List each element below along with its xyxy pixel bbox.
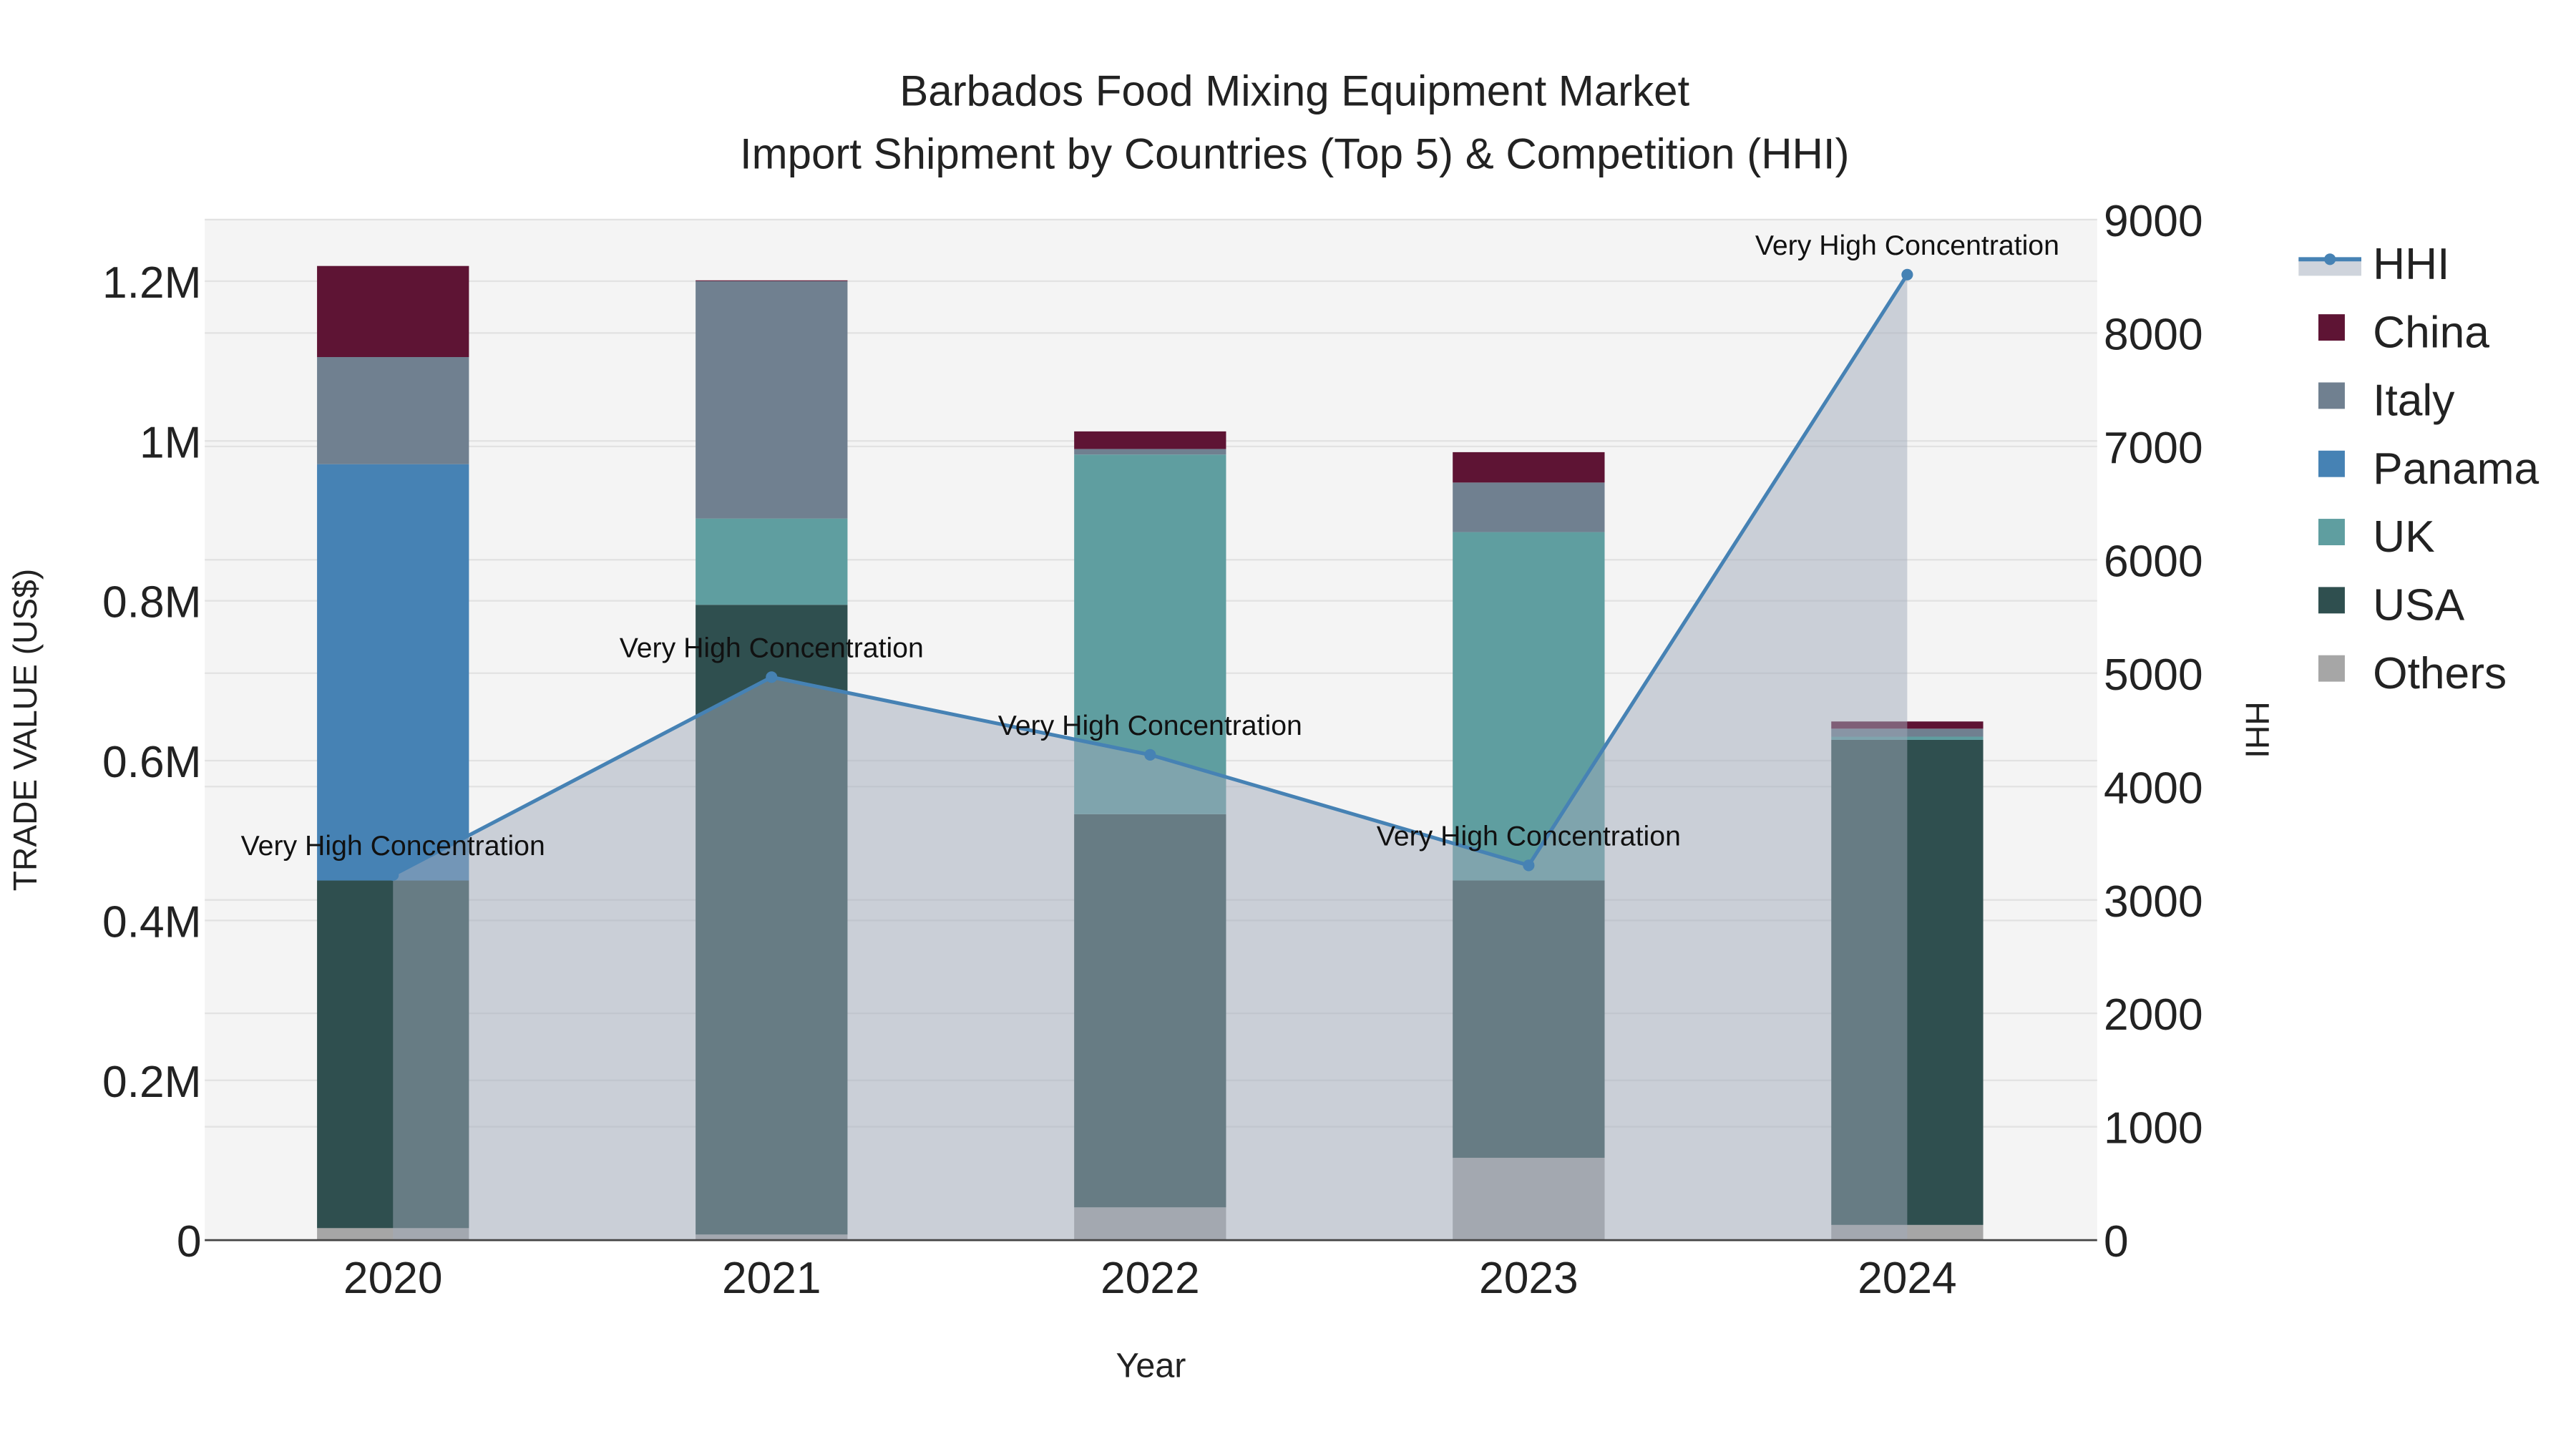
y-tick-label: 1M — [140, 418, 202, 467]
chart-subtitle: Import Shipment by Countries (Top 5) & C… — [740, 130, 1850, 177]
hhi-annotation: Very High Concentration — [1377, 821, 1681, 852]
legend-label-others: Others — [2373, 649, 2507, 698]
bar-uk-2021 — [696, 518, 848, 605]
bar-italy-2023 — [1453, 482, 1605, 532]
legend-label-usa: USA — [2373, 581, 2465, 630]
legend-label-china: China — [2373, 308, 2489, 357]
legend-swatch-italy — [2318, 382, 2345, 409]
y2-tick-label: 7000 — [2104, 424, 2203, 473]
legend-swatch-others — [2318, 655, 2345, 682]
legend-hhi-marker — [2324, 253, 2336, 265]
chart-title: Barbados Food Mixing Equipment Market — [899, 67, 1689, 115]
y-tick-label: 0 — [177, 1217, 202, 1267]
bar-china-2022 — [1074, 431, 1226, 449]
hhi-point-2023 — [1523, 859, 1535, 872]
y2-tick-label: 5000 — [2104, 650, 2203, 700]
hhi-point-2024 — [1901, 268, 1913, 280]
bar-china-2023 — [1453, 452, 1605, 483]
bar-china-2021 — [696, 280, 848, 281]
bar-italy-2022 — [1074, 449, 1226, 455]
legend-swatch-uk — [2318, 519, 2345, 545]
bar-italy-2021 — [696, 280, 848, 519]
y2-tick-label: 1000 — [2104, 1104, 2203, 1153]
y2-tick-label: 2000 — [2104, 990, 2203, 1040]
hhi-annotation: Very High Concentration — [1755, 230, 2059, 261]
bar-china-2020 — [317, 265, 469, 358]
hhi-point-2021 — [766, 671, 778, 683]
legend-label-panama: Panama — [2373, 444, 2539, 494]
hhi-annotation: Very High Concentration — [241, 830, 545, 862]
y2-tick-label: 6000 — [2104, 537, 2203, 586]
legend: HHI China Italy Panama UK USA Others — [2298, 240, 2540, 698]
y2-tick-label: 4000 — [2104, 763, 2203, 813]
bar-italy-2020 — [317, 357, 469, 464]
y-tick-label: 0.4M — [102, 897, 202, 947]
y-tick-label: 0.2M — [102, 1058, 202, 1107]
hhi-point-2020 — [387, 869, 399, 881]
legend-swatch-china — [2318, 314, 2345, 341]
y-tick-label: 0.6M — [102, 738, 202, 787]
y2-tick-label: 9000 — [2104, 197, 2203, 246]
hhi-annotation: Very High Concentration — [620, 633, 924, 664]
x-tick-label: 2022 — [1101, 1254, 1200, 1303]
legend-label-uk: UK — [2373, 512, 2435, 562]
y-axis-title: TRADE VALUE (US$) — [6, 569, 44, 891]
x-tick-label: 2024 — [1858, 1254, 1957, 1303]
legend-label-italy: Italy — [2373, 376, 2455, 426]
y2-tick-label: 8000 — [2104, 310, 2203, 359]
y2-axis-title: HHI — [2238, 701, 2275, 758]
hhi-point-2022 — [1144, 748, 1156, 761]
legend-swatch-usa — [2318, 587, 2345, 614]
x-tick-label: 2021 — [722, 1254, 821, 1303]
x-axis-title: Year — [1116, 1347, 1186, 1385]
legend-label-hhi: HHI — [2373, 240, 2449, 289]
legend-swatch-panama — [2318, 450, 2345, 477]
y2-tick-label: 3000 — [2104, 877, 2203, 927]
x-tick-label: 2020 — [343, 1254, 443, 1303]
chart: Very High Concentration Very High Concent… — [6, 67, 2540, 1385]
y-tick-label: 0.8M — [102, 578, 202, 628]
x-tick-label: 2023 — [1479, 1254, 1579, 1303]
bar-panama-2020 — [317, 464, 469, 881]
y2-tick-label: 0 — [2104, 1217, 2129, 1267]
hhi-annotation: Very High Concentration — [998, 710, 1302, 741]
y-tick-label: 1.2M — [102, 258, 202, 308]
